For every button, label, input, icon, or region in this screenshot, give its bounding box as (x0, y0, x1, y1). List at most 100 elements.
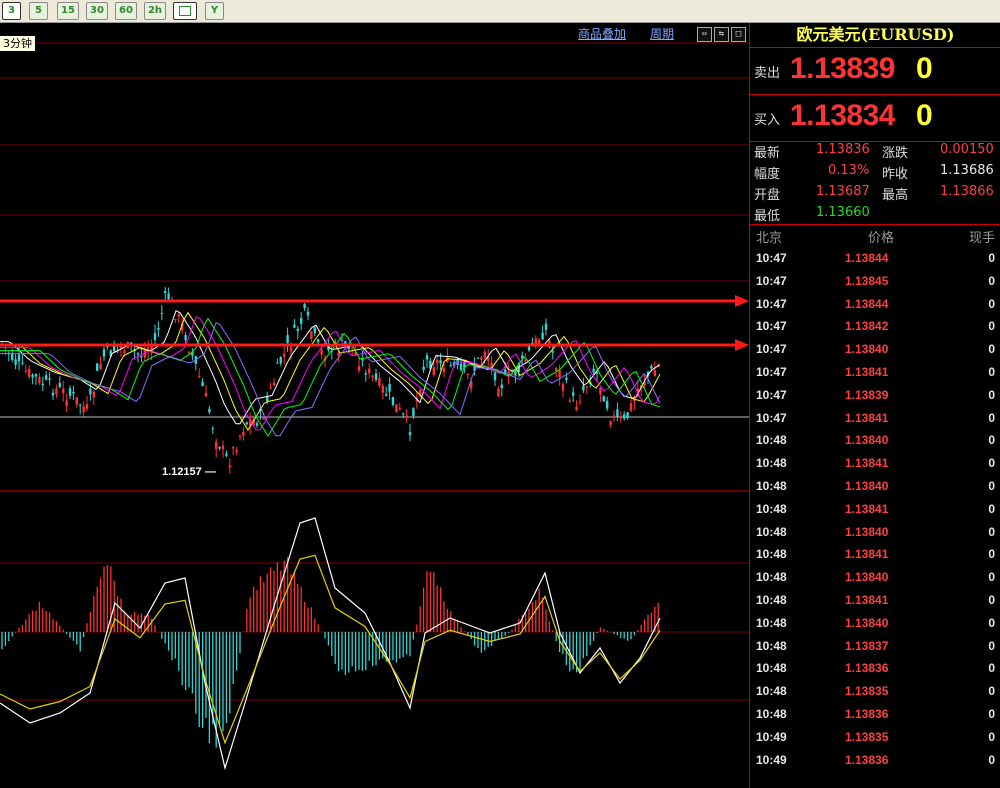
maximize-icon[interactable]: □ (731, 27, 746, 42)
candle-body (606, 400, 609, 409)
zoom-out-icon[interactable]: ⇆ (714, 27, 729, 42)
candle-body (198, 376, 201, 378)
tick-row: 10:47 1.13844 0 (750, 294, 1000, 316)
overlay-commodity-link[interactable]: 商品叠加 (578, 25, 626, 42)
tick-time: 10:48 (756, 593, 787, 607)
zoom-in-icon[interactable]: ⇔ (697, 27, 712, 42)
period-year-button[interactable]: Y (205, 2, 224, 20)
latest-value: 1.13836 (816, 142, 870, 157)
candle-body (357, 365, 361, 371)
candle-body (187, 351, 191, 353)
tick-row: 10:47 1.13841 0 (750, 362, 1000, 384)
tick-price: 1.13840 (845, 524, 889, 539)
tick-volume: 0 (988, 342, 995, 357)
period-60min-button[interactable]: 60 (115, 2, 137, 20)
candle-body (245, 422, 248, 425)
candle-body (306, 311, 310, 316)
sell-quote-row: 卖出 1.13839 0 (750, 48, 1000, 95)
price-chart[interactable] (0, 23, 749, 788)
low-label: 最低 (754, 209, 781, 224)
tick-price: 1.13842 (845, 319, 889, 334)
tick-price: 1.13841 (845, 365, 889, 379)
period-3min-button[interactable]: 3 (2, 2, 21, 20)
tick-volume: 0 (988, 615, 995, 630)
candle-body (602, 396, 605, 402)
candle-body (21, 362, 24, 364)
candle-body (436, 359, 439, 364)
tick-volume: 0 (988, 593, 995, 607)
candle-body (283, 353, 286, 357)
tick-volume: 0 (988, 273, 995, 288)
tick-volume: 0 (988, 433, 995, 448)
chart-period-label: 3分钟 (0, 36, 35, 51)
candle-body (123, 350, 126, 353)
tick-row: 10:48 1.13840 0 (750, 430, 1000, 452)
candle-body (157, 328, 160, 330)
tick-feed-header: 北京 价格 现手 (750, 226, 1000, 246)
tick-price: 1.13844 (845, 251, 889, 265)
candle-body (544, 323, 548, 330)
tick-row: 10:47 1.13839 0 (750, 385, 1000, 407)
candle-body (374, 373, 378, 380)
candle-body (48, 378, 51, 380)
candle-body (225, 453, 228, 456)
candle-body (160, 312, 163, 314)
tick-volume: 0 (988, 501, 995, 516)
feed-price-header: 价格 (868, 231, 895, 246)
candle-body (476, 357, 480, 359)
tick-time: 10:48 (756, 684, 787, 699)
tick-volume: 0 (988, 410, 995, 425)
low-value: 1.13660 (816, 205, 870, 220)
candle-body (449, 365, 452, 367)
cycle-link[interactable]: 周期 (650, 25, 674, 42)
candle-body (51, 392, 55, 396)
quote-stats: 最新 1.13836 涨跌 0.00150 幅度 0.13% 昨收 1.1368… (750, 140, 1000, 225)
candle-body (612, 415, 616, 418)
period-15min-button[interactable]: 15 (57, 2, 79, 20)
candle-body (561, 383, 565, 391)
tick-row: 10:48 1.13840 0 (750, 476, 1000, 498)
tick-time: 10:48 (756, 479, 787, 493)
candle-body (184, 334, 187, 341)
tick-time: 10:47 (756, 296, 787, 311)
candle-body (368, 368, 371, 374)
candle-body (408, 432, 412, 436)
candle-body (378, 377, 381, 386)
tick-volume: 0 (988, 707, 995, 721)
candle-body (497, 388, 500, 397)
candle-body (218, 447, 221, 449)
candle-body (85, 404, 89, 409)
candle-body (82, 406, 85, 413)
sell-label: 卖出 (754, 66, 781, 81)
tick-price: 1.13840 (845, 570, 889, 585)
tick-price: 1.13841 (845, 593, 889, 607)
tick-time: 10:48 (756, 570, 787, 585)
candle-body (551, 351, 554, 353)
tick-row: 10:47 1.13844 0 (750, 248, 1000, 270)
tick-row: 10:47 1.13841 0 (750, 408, 1000, 430)
period-30min-button[interactable]: 30 (86, 2, 108, 20)
candle-body (466, 373, 469, 375)
tick-volume: 0 (988, 479, 995, 493)
candle-body (524, 359, 527, 361)
candle-body (208, 408, 211, 413)
tick-row: 10:49 1.13836 0 (750, 750, 1000, 772)
candle-body (99, 363, 102, 370)
candle-body (89, 388, 92, 395)
buy-label: 买入 (754, 113, 781, 128)
period-2h-button[interactable]: 2h (144, 2, 166, 20)
candle-body (572, 392, 575, 396)
period-toolbar: 3 5 15 30 60 2h Y (0, 0, 1000, 23)
candle-body (493, 372, 497, 381)
candle-body (174, 319, 177, 321)
candle-body (68, 388, 72, 396)
candle-body (300, 318, 303, 324)
chart-area[interactable]: 3分钟 商品叠加 周期 ⇔ ⇆ □ 1.12157 — (0, 23, 749, 788)
candle-body (619, 417, 622, 419)
candle-body (626, 412, 629, 418)
period-5min-button[interactable]: 5 (29, 2, 48, 20)
candle-body (11, 353, 14, 360)
arrow-head-icon (735, 339, 749, 351)
candle-body (24, 370, 27, 372)
period-day-button[interactable] (173, 2, 197, 20)
